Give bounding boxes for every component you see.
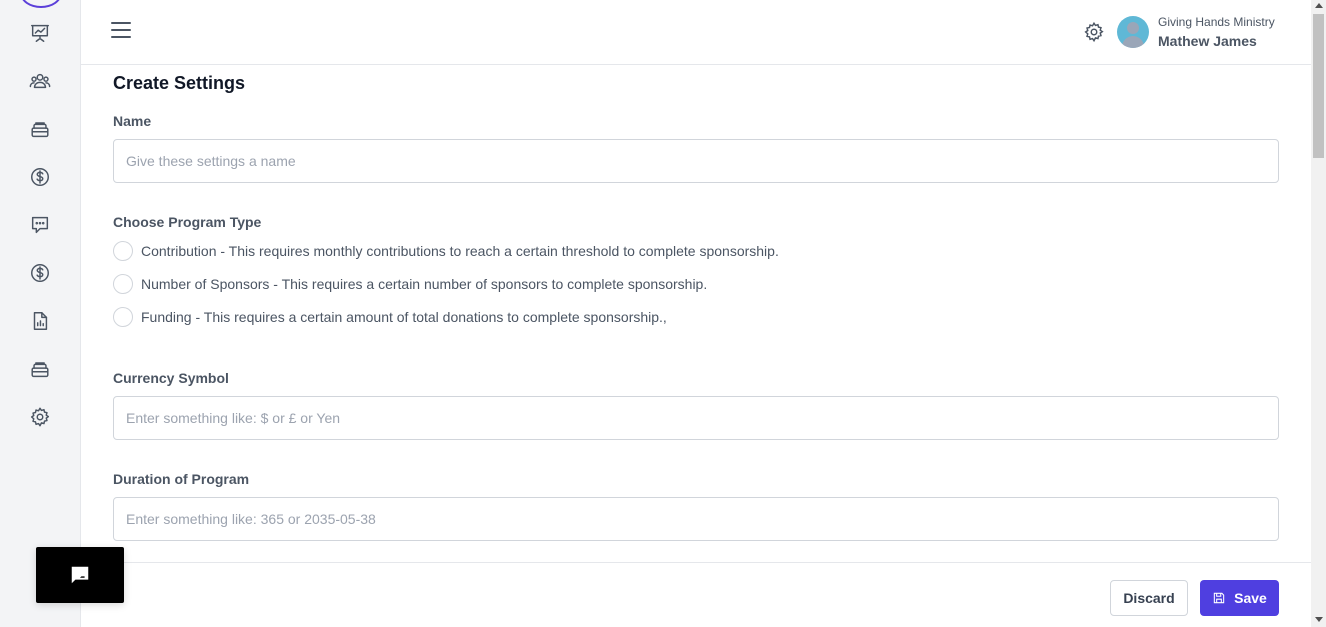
sidebar-item-donations[interactable]	[28, 165, 52, 189]
program-type-option-sponsors[interactable]: Number of Sponsors - This requires a cer…	[113, 274, 707, 294]
duration-label: Duration of Program	[113, 471, 250, 487]
option-label: Number of Sponsors - This requires a cer…	[141, 276, 708, 292]
page-title: Create Settings	[113, 73, 246, 93]
gear-icon	[30, 407, 50, 427]
option-label: Contribution - This requires monthly con…	[141, 243, 779, 259]
scroll-down-arrow-icon[interactable]	[1315, 617, 1323, 622]
archive-box-icon	[31, 122, 49, 138]
save-icon	[1213, 592, 1225, 604]
top-bar: Giving Hands Ministry Mathew James	[81, 0, 1311, 65]
feedback-icon	[71, 566, 89, 584]
name-label: Name	[113, 113, 152, 129]
avatar[interactable]	[1117, 16, 1149, 48]
name-input[interactable]	[113, 139, 1279, 183]
settings-gear-icon[interactable]	[1083, 21, 1105, 43]
user-name[interactable]: Mathew James	[1158, 33, 1257, 49]
sidebar-item-members[interactable]	[28, 69, 52, 93]
sidebar	[0, 0, 81, 627]
chat-bubble-icon	[31, 216, 49, 234]
logo	[20, 0, 62, 8]
radio-button[interactable]	[113, 274, 133, 294]
sidebar-item-settings[interactable]	[28, 405, 52, 429]
sidebar-item-payments[interactable]	[28, 261, 52, 285]
page-scrollbar[interactable]	[1311, 0, 1326, 627]
discard-button[interactable]: Discard	[1110, 580, 1188, 616]
sidebar-item-dashboard[interactable]	[28, 21, 52, 45]
chat-widget-button[interactable]	[36, 547, 124, 603]
duration-input[interactable]	[113, 497, 1279, 541]
option-label: Funding - This requires a certain amount…	[141, 309, 667, 325]
sidebar-item-archive[interactable]	[28, 357, 52, 381]
dollar-circle-icon	[31, 168, 49, 186]
document-chart-icon	[33, 312, 48, 330]
radio-button[interactable]	[113, 241, 133, 261]
scroll-up-arrow-icon[interactable]	[1315, 3, 1323, 8]
scroll-thumb[interactable]	[1313, 14, 1324, 158]
organization-name: Giving Hands Ministry	[1158, 15, 1275, 29]
dollar-circle-icon	[31, 264, 49, 282]
program-type-label: Choose Program Type	[113, 214, 262, 230]
user-group-icon	[29, 73, 51, 89]
sidebar-item-messages[interactable]	[28, 213, 52, 237]
hamburger-menu-icon[interactable]	[111, 22, 131, 40]
radio-button[interactable]	[113, 307, 133, 327]
presentation-chart-icon	[31, 24, 49, 42]
save-button[interactable]: Save	[1200, 580, 1279, 616]
currency-input[interactable]	[113, 396, 1279, 440]
currency-label: Currency Symbol	[113, 370, 229, 386]
archive-box-icon	[31, 362, 49, 378]
program-type-option-contribution[interactable]: Contribution - This requires monthly con…	[113, 241, 779, 261]
sidebar-item-reports[interactable]	[28, 309, 52, 333]
sidebar-item-programs[interactable]	[28, 117, 52, 141]
program-type-option-funding[interactable]: Funding - This requires a certain amount…	[113, 307, 667, 327]
save-label: Save	[1234, 590, 1267, 606]
form-footer: Discard Save	[81, 562, 1311, 627]
